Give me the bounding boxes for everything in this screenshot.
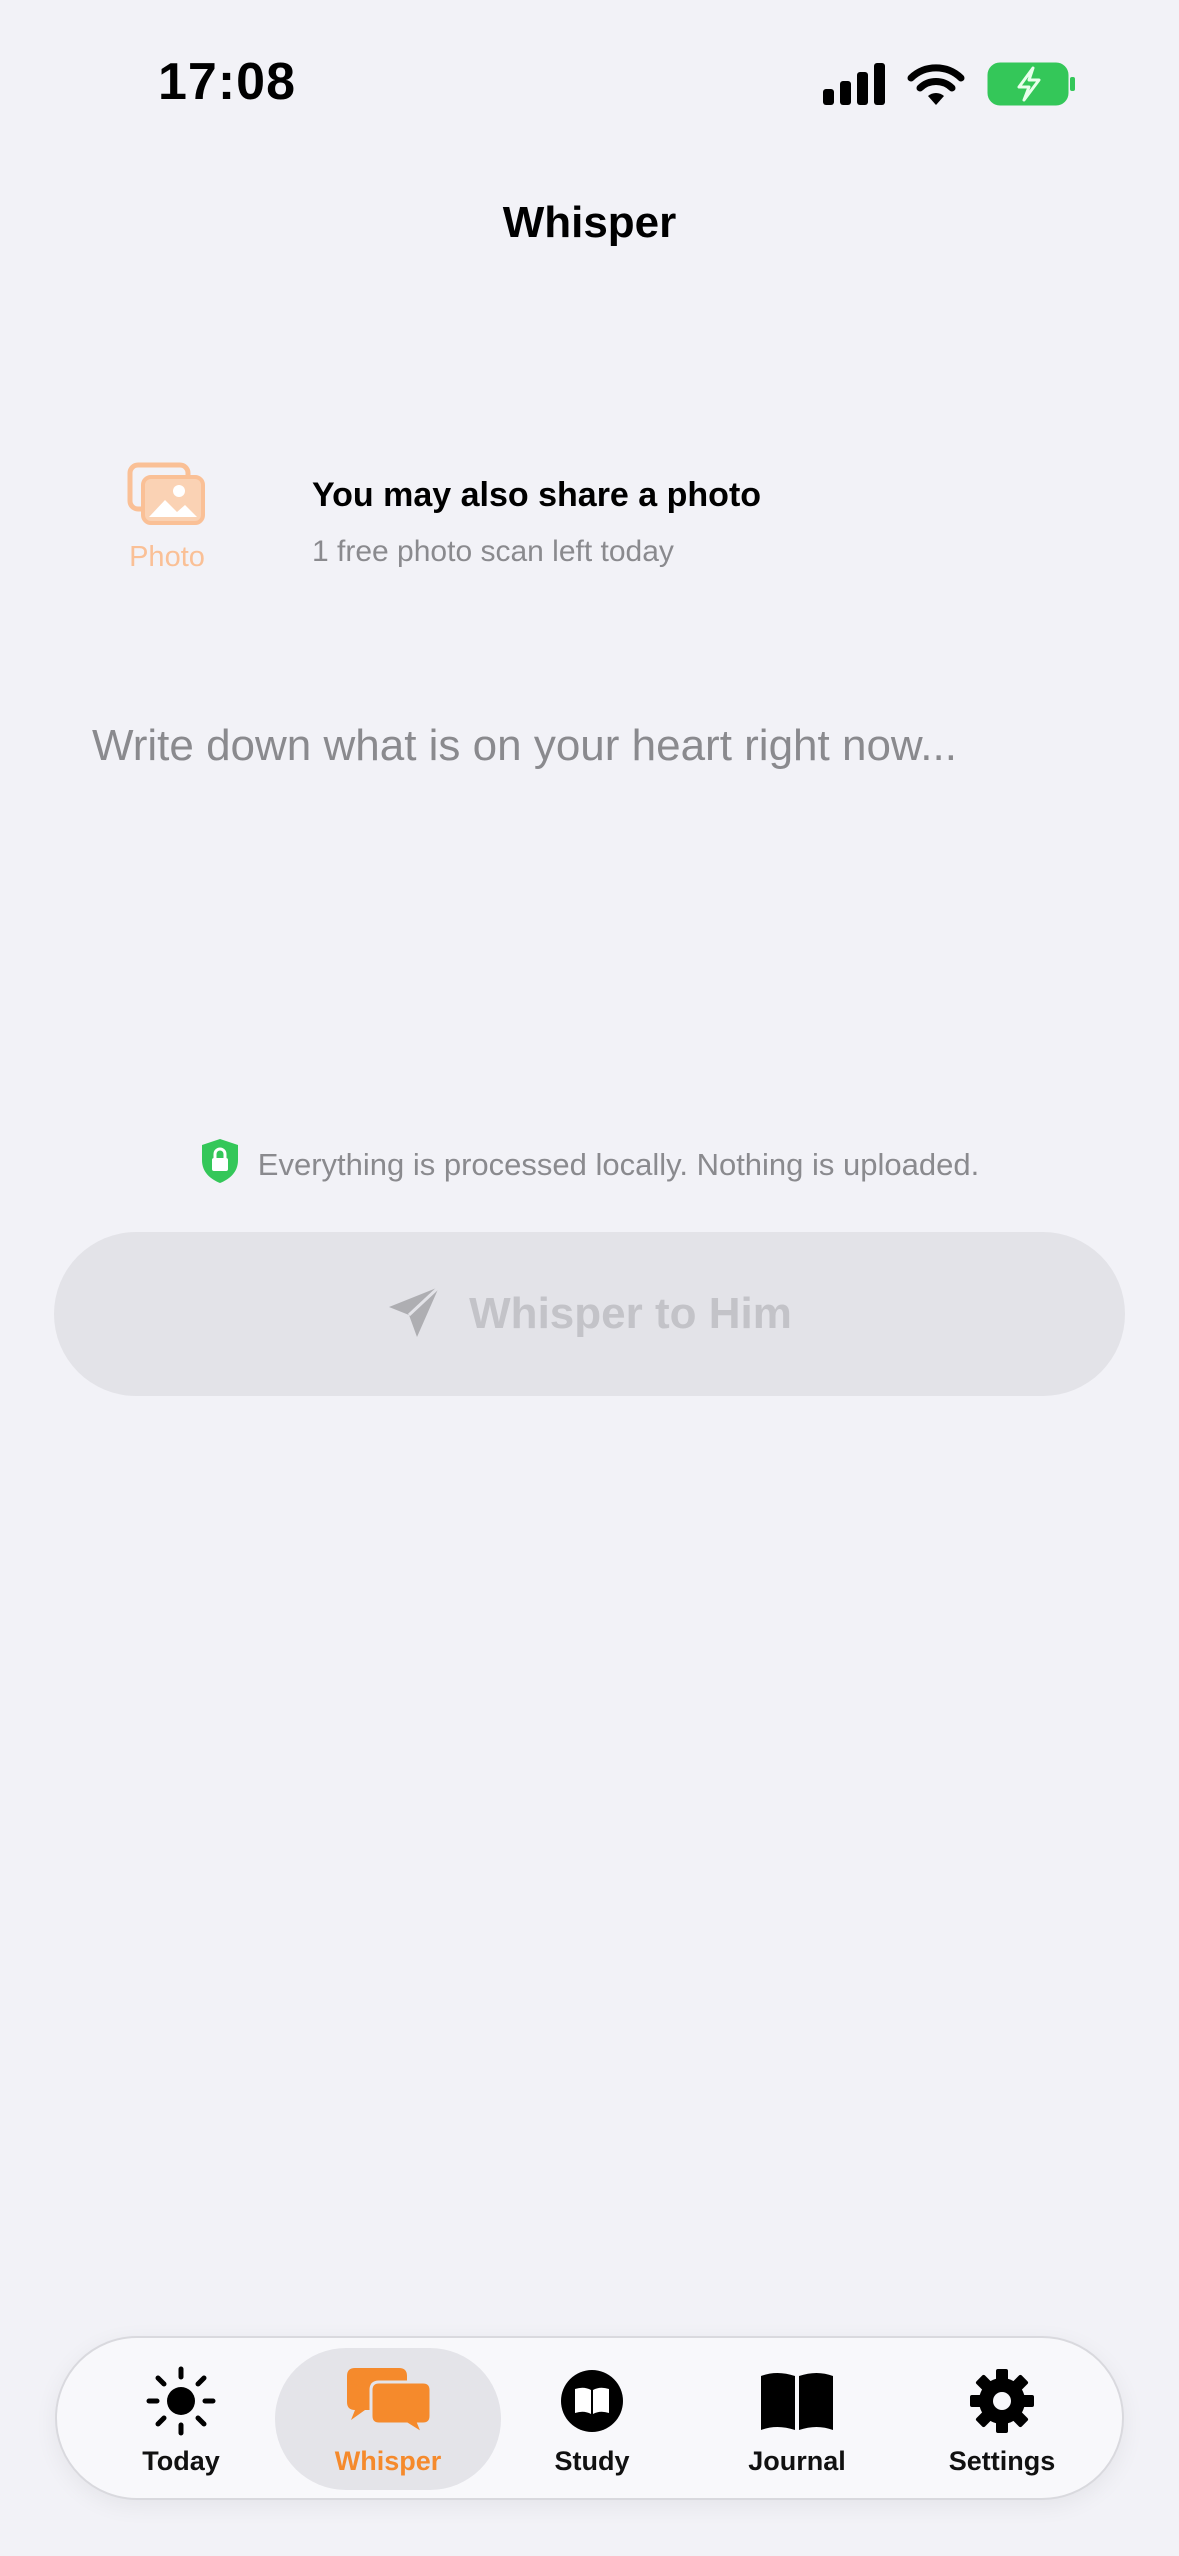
tab-journal[interactable]: Journal [684,2348,910,2490]
photo-stack-icon [127,462,207,531]
privacy-note: Everything is processed locally. Nothing… [0,1138,1179,1192]
whisper-to-him-button[interactable]: Whisper to Him [54,1232,1125,1396]
photo-scan-count: 1 free photo scan left today [312,535,674,568]
chat-bubbles-icon [343,2366,433,2441]
paper-plane-icon [387,1285,441,1344]
tab-settings[interactable]: Settings [889,2348,1115,2490]
heart-entry-field[interactable]: Write down what is on your heart right n… [92,716,1092,776]
tab-study[interactable]: Study [479,2348,705,2490]
photo-button[interactable]: Photo [112,462,222,574]
tab-whisper-label: Whisper [334,2446,442,2476]
cellular-signal-icon [823,63,885,105]
privacy-text: Everything is processed locally. Nothing… [257,1147,980,1182]
whisper-screen: 17:08 Whisper Photo You may also share a… [0,0,1179,2556]
gear-icon [968,2367,1036,2440]
open-book-icon [759,2370,835,2437]
page-title: Whisper [502,198,677,247]
tab-journal-label: Journal [748,2446,846,2476]
status-time: 17:08 [158,53,296,111]
battery-charging-icon [987,62,1077,106]
tab-today-label: Today [142,2446,220,2476]
tab-settings-label: Settings [948,2446,1056,2476]
tab-study-label: Study [554,2446,630,2476]
wifi-icon [907,63,965,105]
lock-shield-icon [200,1138,240,1192]
tab-bar: Today Whisper Study Journal Settings [55,2336,1124,2500]
whisper-to-him-label: Whisper to Him [469,1289,792,1338]
book-circle-icon [560,2369,624,2438]
status-icons [823,62,1077,106]
photo-button-label: Photo [129,541,205,573]
sun-icon [146,2366,216,2441]
photo-info: You may also share a photo 1 free photo … [312,476,761,569]
photo-title: You may also share a photo [312,476,762,514]
tab-today[interactable]: Today [68,2348,294,2490]
tab-whisper[interactable]: Whisper [275,2348,501,2490]
